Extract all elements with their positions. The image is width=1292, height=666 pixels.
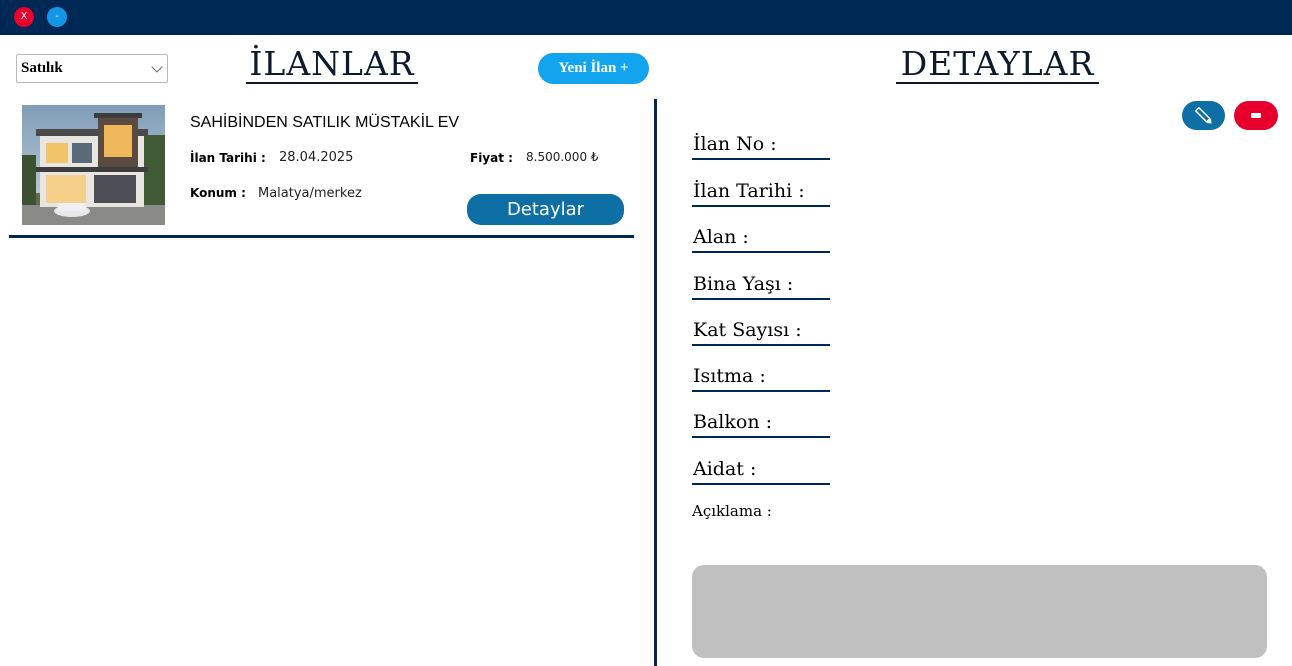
title-bar: X - [0,0,1292,35]
delete-button[interactable] [1234,101,1278,130]
listing-type-select[interactable]: Satılık [16,54,168,83]
listing-price-label: Fiyat : [470,151,513,165]
listing-location: Malatya/merkez [258,186,362,201]
field-underline [692,390,830,392]
field-underline [692,483,830,485]
field-underline [692,436,830,438]
field-underline [692,251,830,253]
chevron-down-icon [151,61,163,73]
close-window-button[interactable]: X [14,7,34,27]
field-ilan-no: İlan No : [693,133,777,155]
details-title-underline [896,82,1099,84]
edit-button[interactable] [1182,101,1225,130]
field-underline [692,158,830,160]
field-aidat: Aidat : [693,458,757,480]
minimize-window-button[interactable]: - [47,7,67,27]
field-alan: Alan : [693,226,749,248]
minus-icon [1251,113,1261,118]
field-bina-yasi: Bina Yaşı : [693,273,794,295]
details-button[interactable]: Detaylar [467,194,624,225]
description-box[interactable] [692,565,1267,658]
description-label: Açıklama : [692,502,772,520]
field-balkon: Balkon : [693,411,772,433]
field-underline [692,298,830,300]
new-listing-button[interactable]: Yeni İlan + [538,53,649,84]
house-photo [22,105,165,225]
field-underline [692,344,830,346]
listings-title: İLANLAR [249,44,415,83]
listing-date: 28.04.2025 [279,150,354,165]
listing-date-label: İlan Tarihi : [190,151,266,165]
field-kat-sayisi: Kat Sayısı : [693,319,802,341]
card-separator [9,235,634,238]
listing-card[interactable]: SAHİBİNDEN SATILIK MÜSTAKİL EV İlan Tari… [9,99,634,239]
field-underline [692,205,830,207]
listings-title-underline [246,82,418,84]
listing-type-selected: Satılık [21,60,63,76]
field-ilan-tarihi: İlan Tarihi : [693,180,805,202]
listing-price: 8.500.000 ₺ [526,150,599,164]
listing-title: SAHİBİNDEN SATILIK MÜSTAKİL EV [190,114,460,131]
pencil-icon [1195,107,1212,124]
listing-location-label: Konum : [190,186,246,200]
details-title: DETAYLAR [900,44,1095,83]
field-isitma: Isıtma : [693,365,766,387]
panel-divider [654,99,657,666]
